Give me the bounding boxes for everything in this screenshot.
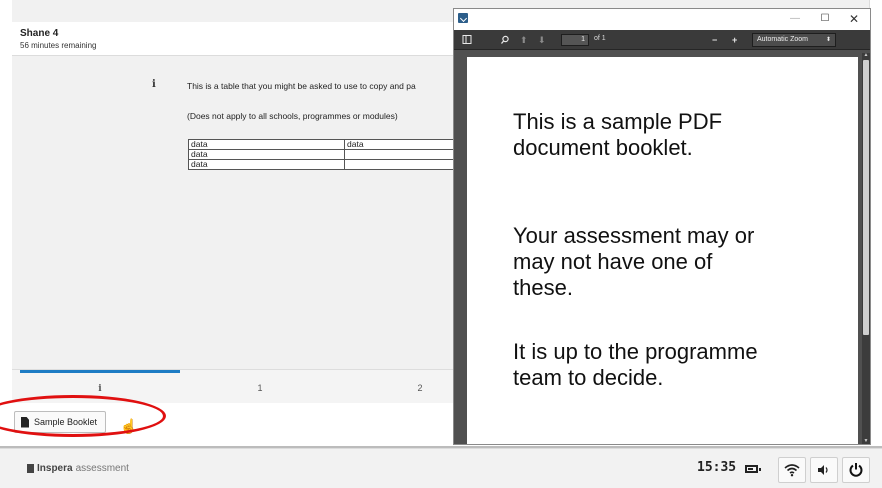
app-icon — [458, 13, 468, 23]
pdf-toolbar: ⬆ ⬇ 1 of 1 − + Automatic Zoom ⬍ — [454, 30, 870, 50]
screen: Shane 4 56 minutes remaining i This is a… — [0, 0, 882, 488]
pdf-line: may not have one of — [513, 249, 713, 274]
question-text: This is a table that you might be asked … — [187, 81, 416, 91]
pdf-line: team to decide. — [513, 365, 664, 390]
volume-icon — [818, 465, 828, 475]
minimize-icon[interactable]: — — [784, 11, 806, 27]
table-cell[interactable]: data — [188, 139, 345, 150]
search-icon[interactable] — [500, 33, 510, 47]
page-number-input[interactable]: 1 — [561, 34, 589, 46]
down-arrow-icon[interactable]: ⬇ — [538, 33, 546, 47]
tab-info[interactable]: i — [20, 370, 180, 404]
table-cell[interactable]: data — [188, 159, 345, 170]
close-icon[interactable]: ✕ — [843, 11, 865, 27]
wifi-icon — [784, 464, 800, 477]
candidate-name: Shane 4 — [20, 28, 59, 39]
tab-question-1[interactable]: 1 — [180, 370, 340, 404]
clock: 15:35 — [697, 460, 737, 475]
scroll-up-icon[interactable]: ▲ — [863, 53, 869, 58]
page-count: of 1 — [594, 35, 606, 42]
maximize-icon[interactable]: ☐ — [814, 11, 836, 27]
inspera-logo: Inspera assessment — [27, 463, 129, 474]
scroll-thumb[interactable] — [863, 60, 869, 335]
pdf-page: This is a sample PDF document booklet. Y… — [467, 57, 858, 444]
sample-booklet-label: Sample Booklet — [34, 417, 98, 427]
power-icon — [849, 463, 863, 477]
sample-booklet-button[interactable]: Sample Booklet — [14, 411, 107, 433]
zoom-select[interactable]: Automatic Zoom ⬍ — [752, 33, 836, 47]
question-note: (Does not apply to all schools, programm… — [187, 111, 398, 121]
table-row: data — [188, 149, 465, 160]
document-icon — [21, 416, 29, 428]
tab-label: 2 — [417, 383, 423, 393]
zoom-value: Automatic Zoom — [757, 36, 808, 43]
plus-icon[interactable]: + — [732, 33, 737, 47]
volume-button[interactable] — [810, 457, 838, 483]
window-titlebar: — ☐ ✕ — [454, 9, 870, 30]
minus-icon[interactable]: − — [712, 33, 717, 47]
up-arrow-icon[interactable]: ⬆ — [520, 33, 528, 47]
table-cell[interactable] — [344, 149, 465, 160]
battery-icon — [745, 465, 761, 473]
sidebar-toggle-icon[interactable] — [462, 33, 472, 47]
table-cell[interactable] — [344, 159, 465, 170]
taskbar: Inspera assessment 15:35 — [0, 448, 882, 488]
pdf-line: Your assessment may or — [513, 223, 755, 248]
wifi-button[interactable] — [778, 457, 806, 483]
pdf-line: It is up to the programme — [513, 339, 758, 364]
logo-suffix: assessment — [75, 463, 129, 474]
table-cell[interactable]: data — [188, 149, 345, 160]
vertical-scrollbar[interactable]: ▲ ▼ — [862, 53, 870, 444]
pdf-viewer-window: — ☐ ✕ ⬆ ⬇ 1 of 1 − + Automatic Zoom ⬍ Th… — [453, 8, 871, 445]
pdf-paragraph-3: It is up to the programme team to decide… — [513, 339, 833, 391]
table-row: data data — [188, 139, 465, 150]
pdf-line: these. — [513, 275, 573, 300]
select-caret-icon: ⬍ — [825, 37, 831, 43]
pdf-paragraph-2: Your assessment may or may not have one … — [513, 223, 833, 301]
tab-label: i — [98, 384, 102, 394]
tab-label: 1 — [257, 383, 263, 393]
info-icon: i — [152, 79, 156, 90]
power-button[interactable] — [842, 457, 870, 483]
data-table: data data data data — [188, 139, 465, 170]
logo-mark-icon — [27, 464, 34, 473]
hand-cursor-icon: ☝ — [120, 418, 138, 434]
table-cell[interactable]: data — [344, 139, 465, 150]
pdf-line: This is a sample PDF — [513, 109, 723, 134]
pdf-viewport[interactable]: This is a sample PDF document booklet. Y… — [454, 50, 870, 444]
table-row: data — [188, 159, 465, 170]
pdf-line: document booklet. — [513, 135, 693, 160]
scroll-down-icon[interactable]: ▼ — [863, 439, 869, 444]
pdf-paragraph-1: This is a sample PDF document booklet. — [513, 109, 833, 161]
time-remaining: 56 minutes remaining — [20, 41, 97, 50]
logo-brand: Inspera — [37, 463, 73, 474]
